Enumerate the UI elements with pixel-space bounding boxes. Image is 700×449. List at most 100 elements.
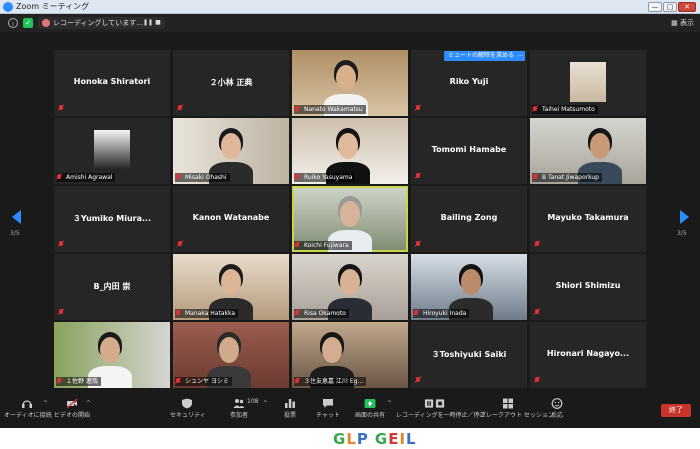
participant-tile[interactable]: Mayuko Takamura — [530, 186, 646, 252]
stop-recording-icon[interactable]: ■ — [154, 19, 162, 27]
participant-tile[interactable]: B_内田 崇 — [54, 254, 170, 320]
muted-mic-icon — [415, 377, 421, 384]
participant-tile[interactable]: Hironari Nagayo... — [530, 322, 646, 388]
participant-tile[interactable]: Nanato Wakamatsu — [292, 50, 408, 116]
participant-name: Koichi Fujiwara — [294, 241, 352, 250]
page-indicator-right: 3/5 — [677, 230, 687, 237]
muted-mic-icon — [294, 242, 300, 249]
reactions-button[interactable]: 反応 — [545, 398, 569, 420]
close-button[interactable]: ✕ — [678, 2, 696, 12]
end-meeting-button[interactable]: 終了 — [661, 404, 691, 417]
shield-icon[interactable]: ✓ — [23, 18, 33, 28]
recording-control-button[interactable]: レコーディングを一時停止／停止 — [396, 398, 486, 420]
recording-indicator: レコーディングしています… ❚❚ ■ — [38, 17, 165, 29]
title-bar: Zoom ミーティング — □ ✕ — [0, 0, 700, 14]
glp-geil-logo: GLP GEIL — [333, 430, 417, 448]
video-options-caret[interactable]: ^ — [86, 400, 91, 407]
bar-chart-icon — [285, 399, 295, 408]
muted-mic-icon — [56, 378, 62, 385]
participant-tile[interactable]: Amishi Agrawal — [54, 118, 170, 184]
participant-name: Misaki Ohashi — [175, 173, 230, 182]
muted-mic-icon — [294, 378, 300, 385]
participant-tile[interactable]: B Tanat Jiwaporkup — [530, 118, 646, 184]
reactions-label: 反応 — [550, 412, 563, 419]
participant-name: Amishi Agrawal — [56, 173, 116, 182]
participant-tile[interactable]: １佐野 遼哉 — [54, 322, 170, 388]
audio-options-caret[interactable]: ^ — [43, 400, 48, 407]
participant-tile[interactable]: Tomomi Hamabe — [411, 118, 527, 184]
participant-name: シュンヤ ヨシミ — [175, 377, 232, 386]
participant-tile[interactable]: Koichi Fujiwara — [292, 186, 408, 252]
muted-mic-icon — [58, 105, 64, 112]
recording-control-label: レコーディングを一時停止／停止 — [396, 412, 486, 419]
muted-mic-icon — [534, 241, 540, 248]
profile-picture — [94, 130, 130, 170]
person-face — [100, 337, 120, 363]
person-face — [340, 269, 360, 295]
participant-tile[interactable]: Manaka Hatakka — [173, 254, 289, 320]
recording-cloud-icon — [42, 19, 50, 27]
participant-name: Manaka Hatakka — [175, 309, 239, 318]
muted-mic-icon — [534, 377, 540, 384]
muted-mic-icon — [294, 310, 300, 317]
participant-name: Hironari Nagayo... — [546, 349, 630, 358]
pause-stop-icon — [424, 399, 445, 408]
chat-button[interactable]: チャット — [315, 398, 341, 420]
page-indicator-left: 3/5 — [10, 230, 20, 237]
share-screen-button[interactable]: 画面の共有 — [352, 398, 388, 420]
participant-tile[interactable]: Honoka Shiratori — [54, 50, 170, 116]
participant-name: Ruiko Yasuyama — [294, 173, 356, 182]
person-face — [322, 337, 342, 363]
muted-mic-icon — [413, 310, 419, 317]
view-button[interactable]: ▦ 表示 — [671, 17, 694, 29]
breakout-rooms-icon — [503, 398, 513, 409]
muted-mic-icon — [58, 241, 64, 248]
participant-tile[interactable]: Shiori Shimizu — [530, 254, 646, 320]
participant-tile[interactable]: Risa Okamoto — [292, 254, 408, 320]
polls-button[interactable]: 投票 — [278, 398, 302, 420]
muted-mic-icon — [175, 378, 181, 385]
participant-name: Mayuko Takamura — [547, 213, 629, 222]
person-face — [461, 269, 481, 295]
participant-tile[interactable]: ３住友恵嘉 江川 Eg... — [292, 322, 408, 388]
participant-tile[interactable]: ２小林 正典 — [173, 50, 289, 116]
maximize-button[interactable]: □ — [663, 2, 677, 12]
breakout-rooms-button[interactable]: ブレークアウト セッション — [480, 398, 554, 420]
participant-tile[interactable]: Kanon Watanabe — [173, 186, 289, 252]
muted-mic-icon — [415, 105, 421, 112]
participants-options-caret[interactable]: ^ — [263, 400, 268, 407]
participant-tile[interactable]: ３Yumiko Miura... — [54, 186, 170, 252]
security-button[interactable]: セキュリティ — [170, 398, 206, 420]
ask-to-unmute-button[interactable]: ミュートの解除を求める — [444, 51, 519, 61]
muted-mic-icon — [532, 106, 538, 113]
participant-tile[interactable]: Misaki Ohashi — [173, 118, 289, 184]
muted-mic-icon — [415, 173, 421, 180]
start-video-button[interactable]: ビデオの開始 — [54, 398, 90, 420]
pause-recording-icon[interactable]: ❚❚ — [143, 19, 153, 27]
muted-mic-icon — [175, 174, 181, 181]
participant-name: Tomomi Hamabe — [431, 145, 507, 154]
participant-tile[interactable]: シュンヤ ヨシミ — [173, 322, 289, 388]
participant-tile[interactable]: Hiroyuki Inada — [411, 254, 527, 320]
participant-name: B_内田 崇 — [93, 282, 131, 291]
smiley-icon — [551, 398, 563, 409]
muted-mic-icon — [294, 106, 300, 113]
join-audio-label: オーディオに接続 — [4, 412, 52, 419]
minimize-button[interactable]: — — [648, 2, 662, 12]
participant-tile[interactable]: ３Toshiyuki Saiki — [411, 322, 527, 388]
muted-mic-icon — [177, 105, 183, 112]
participant-tile[interactable]: Ruiko Yasuyama — [292, 118, 408, 184]
previous-page-icon[interactable] — [12, 210, 21, 224]
participants-count: 108 — [247, 398, 259, 405]
share-options-caret[interactable]: ^ — [387, 400, 392, 407]
more-options-button[interactable]: … — [516, 51, 525, 61]
person-face — [340, 201, 360, 227]
participant-name: Riko Yuji — [449, 77, 489, 86]
zoom-window: Zoom ミーティング — □ ✕ i ✓ レコーディングしています… ❚❚ ■… — [0, 0, 700, 428]
info-icon[interactable]: i — [8, 18, 18, 28]
participant-tile[interactable]: Taihei Matsumoto — [530, 50, 646, 116]
headphone-icon — [22, 400, 32, 408]
muted-mic-icon — [534, 309, 540, 316]
next-page-icon[interactable] — [680, 210, 689, 224]
participant-tile[interactable]: Bailing Zong — [411, 186, 527, 252]
